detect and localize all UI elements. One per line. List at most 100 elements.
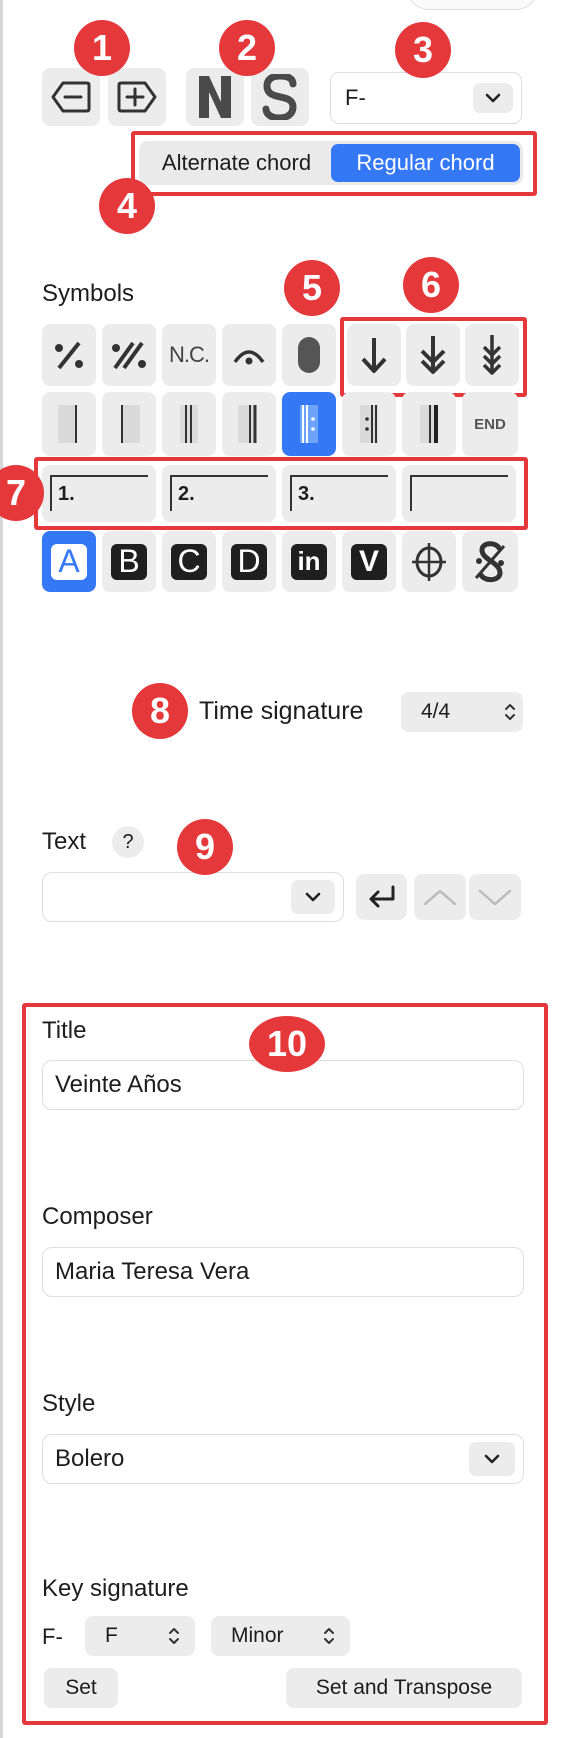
- chord-mode-segmented[interactable]: Alternate chord Regular chord: [139, 141, 523, 185]
- rehearsal-intro-button[interactable]: in: [282, 531, 336, 592]
- fermata-icon: [233, 350, 265, 365]
- time-signature-stepper[interactable]: 4/4: [401, 692, 523, 732]
- rehearsal-b-label: B: [118, 543, 140, 579]
- repeat-one-bar-icon: [55, 341, 83, 370]
- end-button[interactable]: END: [462, 392, 518, 456]
- key-mode-value: Minor: [231, 1624, 284, 1647]
- style-select[interactable]: Bolero: [42, 1434, 524, 1484]
- annotation-badge-9: 9: [177, 819, 233, 875]
- time-signature-label: Time signature: [199, 697, 364, 725]
- chord-quality-value: F-: [345, 85, 366, 110]
- annotation-badge-10: 10: [249, 1016, 325, 1072]
- barline-button-final[interactable]: [402, 392, 456, 456]
- rehearsal-verse-label: V: [358, 544, 379, 578]
- delete-measure-button[interactable]: [42, 68, 100, 126]
- barline-final-icon: [238, 405, 257, 443]
- single-push-button[interactable]: [347, 324, 401, 386]
- key-root-value: F: [105, 1624, 118, 1647]
- barline-button-repeat-end[interactable]: [342, 392, 396, 456]
- single-down-arrow-icon: [361, 338, 387, 373]
- ending-1-label: 1.: [58, 483, 75, 505]
- regular-chord-option[interactable]: Regular chord: [331, 144, 520, 182]
- chord-quality-select[interactable]: F-: [330, 72, 522, 124]
- repeat-start-icon: [300, 405, 318, 443]
- annotation-badge-2: 2: [219, 20, 275, 76]
- chevron-down-icon: [473, 83, 513, 113]
- repeat-two-bars-button[interactable]: [102, 324, 156, 386]
- triple-down-arrow-icon: [482, 335, 502, 375]
- style-value: Bolero: [55, 1445, 125, 1472]
- ending-bracket-icon: [410, 475, 508, 511]
- barline-button-4[interactable]: [222, 392, 276, 456]
- ending-open-button[interactable]: [402, 465, 516, 522]
- time-signature-value: 4/4: [421, 700, 451, 723]
- panel-left-border: [0, 0, 3, 1738]
- repeat-two-bars-icon: [112, 341, 146, 370]
- text-combo-box[interactable]: [42, 872, 344, 922]
- key-root-stepper[interactable]: F: [85, 1616, 195, 1656]
- current-key-label: F-: [42, 1624, 63, 1649]
- set-key-button[interactable]: Set: [44, 1668, 118, 1708]
- move-text-up-button[interactable]: [414, 874, 466, 920]
- up-down-chevron-icon: [161, 1626, 187, 1646]
- triple-push-button[interactable]: [465, 324, 519, 386]
- rehearsal-d-button[interactable]: D: [222, 531, 276, 592]
- barline-button-repeat-start[interactable]: [282, 392, 336, 456]
- no-chord-label: N.C.: [169, 342, 210, 367]
- barline-single-right-icon: [121, 405, 140, 443]
- n-glyph-icon: [199, 76, 231, 118]
- rehearsal-b-button[interactable]: B: [102, 531, 156, 592]
- s-glyph-icon: [262, 74, 297, 120]
- ending-2-button[interactable]: 2.: [162, 465, 276, 522]
- ending-1-button[interactable]: 1.: [42, 465, 156, 522]
- annotation-badge-4: 4: [99, 178, 155, 234]
- rehearsal-verse-button[interactable]: V: [342, 531, 396, 592]
- alternate-chord-option[interactable]: Alternate chord: [142, 144, 331, 182]
- set-and-transpose-button[interactable]: Set and Transpose: [286, 1668, 522, 1708]
- sharp-button[interactable]: [251, 68, 309, 126]
- annotation-badge-3: 3: [395, 22, 451, 78]
- barline-button-3[interactable]: [162, 392, 216, 456]
- pause-button[interactable]: [282, 324, 336, 386]
- style-label: Style: [42, 1390, 96, 1417]
- rehearsal-intro-label: in: [297, 546, 321, 576]
- rehearsal-a-button[interactable]: A: [42, 531, 96, 592]
- rehearsal-a-label: A: [58, 543, 80, 579]
- coda-icon: [412, 542, 446, 581]
- ending-3-label: 3.: [298, 483, 315, 505]
- no-chord-button[interactable]: N.C.: [162, 324, 216, 386]
- chevron-down-icon: [478, 889, 512, 906]
- up-down-chevron-icon: [316, 1626, 342, 1646]
- top-toolbar-edge: [405, 0, 540, 10]
- annotation-badge-8: 8: [132, 683, 188, 739]
- flat-button[interactable]: [186, 68, 244, 126]
- barline-button-1[interactable]: [42, 392, 96, 456]
- help-button[interactable]: ?: [112, 826, 144, 858]
- repeat-one-bar-button[interactable]: [42, 324, 96, 386]
- symbols-label: Symbols: [42, 280, 135, 307]
- repeat-end-icon: [360, 405, 378, 443]
- annotation-badge-6: 6: [403, 257, 459, 313]
- segno-icon: [474, 540, 506, 582]
- chevron-up-icon: [423, 889, 457, 906]
- insert-measure-button[interactable]: [108, 68, 166, 126]
- barline-button-2[interactable]: [102, 392, 156, 456]
- move-text-down-button[interactable]: [469, 874, 521, 920]
- rehearsal-c-button[interactable]: C: [162, 531, 216, 592]
- chevron-down-icon[interactable]: [291, 880, 335, 914]
- double-push-button[interactable]: [406, 324, 460, 386]
- annotation-badge-5: 5: [284, 260, 340, 316]
- composer-field[interactable]: Maria Teresa Vera: [42, 1247, 524, 1297]
- composer-label: Composer: [42, 1203, 153, 1230]
- segno-button[interactable]: [462, 531, 518, 592]
- add-icon: [117, 81, 157, 113]
- text-label: Text: [42, 828, 87, 855]
- ending-2-label: 2.: [178, 483, 195, 505]
- coda-button[interactable]: [402, 531, 456, 592]
- barline-single-icon: [58, 405, 77, 443]
- ending-3-button[interactable]: 3.: [282, 465, 396, 522]
- insert-text-button[interactable]: [356, 874, 407, 920]
- key-mode-stepper[interactable]: Minor: [211, 1616, 350, 1656]
- fermata-button[interactable]: [222, 324, 276, 386]
- annotation-badge-1: 1: [74, 20, 130, 76]
